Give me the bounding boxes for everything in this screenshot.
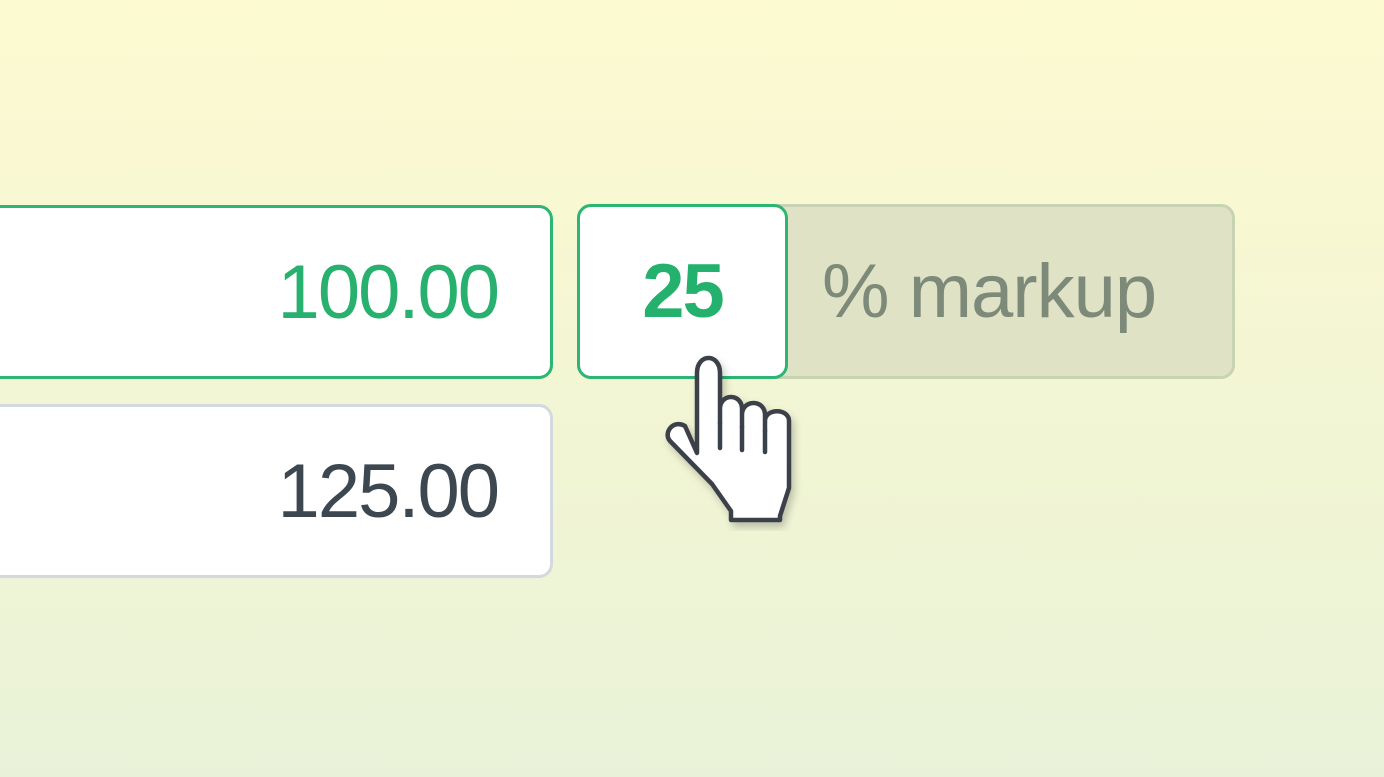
- cost-value: 100.00: [277, 249, 500, 335]
- markup-value: 25: [642, 249, 725, 334]
- markup-addon-label: % markup: [822, 249, 1157, 334]
- cost-input[interactable]: 100.00: [0, 205, 553, 379]
- hand-pointer-icon: [665, 355, 792, 523]
- price-input[interactable]: 125.00: [0, 404, 553, 578]
- price-value: 125.00: [277, 448, 500, 534]
